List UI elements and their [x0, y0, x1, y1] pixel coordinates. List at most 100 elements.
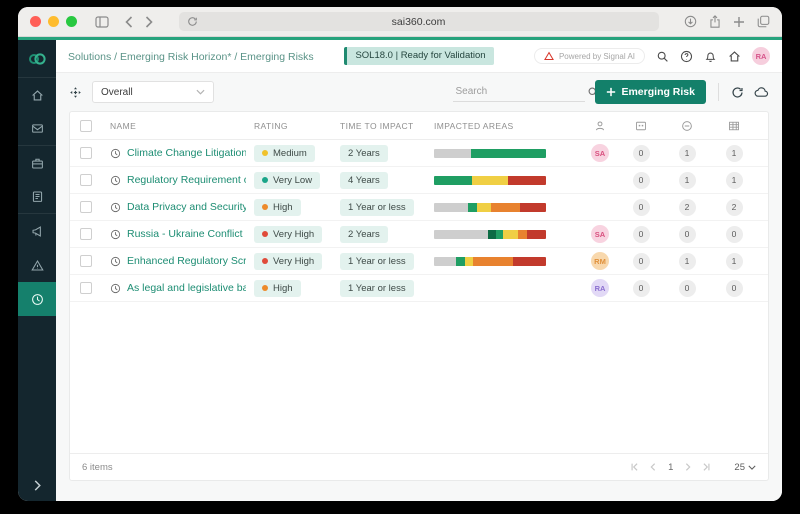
grid-icon[interactable]: [710, 120, 758, 132]
current-page[interactable]: 1: [666, 462, 675, 473]
view-filter-select[interactable]: Overall: [92, 81, 214, 103]
add-emerging-risk-button[interactable]: Emerging Risk: [595, 80, 706, 104]
breadcrumb-zone: Solutions / Emerging Risk Horizon* / Eme…: [68, 47, 344, 65]
rating-dot: [262, 258, 268, 264]
risk-name-link[interactable]: As legal and legislative battles continu…: [127, 282, 246, 294]
sidebar-item-inbox[interactable]: [18, 112, 56, 146]
risk-clock-icon: [110, 229, 121, 240]
table-row[interactable]: Climate Change Litigation Medium 2 Years…: [70, 140, 768, 167]
user-avatar[interactable]: RA: [752, 47, 770, 65]
page-size-value: 25: [734, 461, 745, 473]
signal-ai-pill[interactable]: Powered by Signal AI: [533, 48, 645, 64]
time-pill: 1 Year or less: [340, 198, 414, 216]
assignee-avatar: SA: [591, 144, 609, 162]
risk-name-link[interactable]: Climate Change Litigation: [127, 147, 246, 159]
header-actions: Powered by Signal AI RA: [494, 47, 770, 65]
time-label: 1 Year or less: [348, 201, 406, 213]
search-icon[interactable]: [656, 50, 669, 63]
risk-clock-icon: [110, 283, 121, 294]
minimize-window-button[interactable]: [48, 16, 59, 27]
sidebar-item-portfolio[interactable]: [18, 146, 56, 180]
help-icon[interactable]: [680, 50, 693, 63]
table-search: [453, 83, 599, 102]
sidebar-nav: [18, 40, 56, 501]
last-page-icon[interactable]: [701, 462, 711, 472]
next-page-icon[interactable]: [684, 462, 692, 472]
home-icon[interactable]: [728, 50, 741, 63]
page-size-select[interactable]: 25: [734, 462, 756, 473]
prev-page-icon[interactable]: [649, 462, 657, 472]
row-checkbox[interactable]: [80, 174, 92, 186]
risk-clock-icon: [110, 256, 121, 267]
cloud-download-icon[interactable]: [754, 86, 769, 98]
assignee-avatar: RA: [591, 279, 609, 297]
back-icon[interactable]: [125, 15, 133, 28]
rating-pill: High: [254, 198, 301, 216]
table-footer: 6 items 1 25: [70, 453, 768, 480]
risk-name-link[interactable]: Enhanced Regulatory Scrutiny in Financia…: [127, 255, 246, 267]
assignee-avatar: RM: [591, 252, 609, 270]
minus-circle-icon[interactable]: [664, 120, 710, 132]
col-header-name[interactable]: NAME: [110, 121, 254, 131]
col-header-time[interactable]: TIME TO IMPACT: [340, 121, 434, 131]
impacted-areas-bar: [434, 175, 546, 185]
search-input[interactable]: [455, 86, 588, 97]
table-row[interactable]: Enhanced Regulatory Scrutiny in Financia…: [70, 248, 768, 275]
table-row[interactable]: Regulatory Requirement on AI Very Low 4 …: [70, 167, 768, 194]
first-page-icon[interactable]: [630, 462, 640, 472]
sidebar-item-broadcast[interactable]: [18, 214, 56, 248]
row-checkbox[interactable]: [80, 255, 92, 267]
browser-window: sai360.com Solutions / Emerging Risk Hor…: [18, 7, 782, 501]
risk-name-link[interactable]: Data Privacy and Security Enforcement: [127, 201, 246, 213]
items-count-label: 6 items: [82, 461, 113, 473]
risk-name-link[interactable]: Russia - Ukraine Conflict: [127, 228, 243, 240]
time-label: 4 Years: [348, 174, 380, 186]
person-icon[interactable]: [582, 120, 618, 132]
count-badge: 1: [678, 144, 696, 162]
col-header-rating[interactable]: RATING: [254, 121, 340, 131]
select-all-checkbox[interactable]: [80, 119, 92, 132]
rating-dot: [262, 177, 268, 183]
share-icon[interactable]: [709, 15, 721, 28]
rating-dot: [262, 231, 268, 237]
close-window-button[interactable]: [30, 16, 41, 27]
app-logo-icon[interactable]: [18, 40, 56, 78]
sidebar-expand-icon[interactable]: [18, 480, 56, 491]
new-tab-icon[interactable]: [733, 16, 745, 28]
table-row[interactable]: Russia - Ukraine Conflict Very High 2 Ye…: [70, 221, 768, 248]
sidebar-item-emerging-risks[interactable]: [18, 282, 56, 316]
version-status-badge: SOL18.0 | Ready for Validation: [344, 47, 494, 65]
table-row[interactable]: Data Privacy and Security Enforcement Hi…: [70, 194, 768, 221]
tab-overview-icon[interactable]: [757, 15, 770, 28]
rating-label: High: [273, 282, 293, 294]
forward-icon[interactable]: [145, 15, 153, 28]
table-row[interactable]: As legal and legislative battles continu…: [70, 275, 768, 302]
row-checkbox[interactable]: [80, 201, 92, 213]
sidebar-item-alerts[interactable]: [18, 248, 56, 282]
sidebar-item-documents[interactable]: [18, 180, 56, 214]
zoom-window-button[interactable]: [66, 16, 77, 27]
row-checkbox[interactable]: [80, 282, 92, 294]
count-badge: 2: [678, 198, 696, 216]
time-label: 2 Years: [348, 147, 380, 159]
sidebar-toggle-icon[interactable]: [95, 15, 109, 28]
move-handle-icon[interactable]: [69, 86, 82, 99]
mosaic-icon[interactable]: [618, 120, 664, 132]
row-checkbox[interactable]: [80, 147, 92, 159]
col-header-impacted[interactable]: IMPACTED AREAS: [434, 121, 582, 131]
count-badge: 0: [678, 225, 696, 243]
row-checkbox[interactable]: [80, 228, 92, 240]
impacted-areas-bar: [434, 202, 546, 212]
breadcrumb[interactable]: Solutions / Emerging Risk Horizon* / Eme…: [68, 51, 314, 63]
sidebar-item-home[interactable]: [18, 78, 56, 112]
refresh-icon[interactable]: [731, 86, 744, 99]
count-badge: 1: [725, 252, 743, 270]
notifications-icon[interactable]: [704, 50, 717, 63]
address-bar[interactable]: sai360.com: [178, 12, 659, 31]
url-zone: sai360.com: [161, 12, 676, 31]
window-controls: [30, 16, 77, 27]
risk-name-link[interactable]: Regulatory Requirement on AI: [127, 174, 246, 186]
rating-dot: [262, 150, 268, 156]
downloads-icon[interactable]: [684, 15, 697, 28]
time-label: 2 Years: [348, 228, 380, 240]
